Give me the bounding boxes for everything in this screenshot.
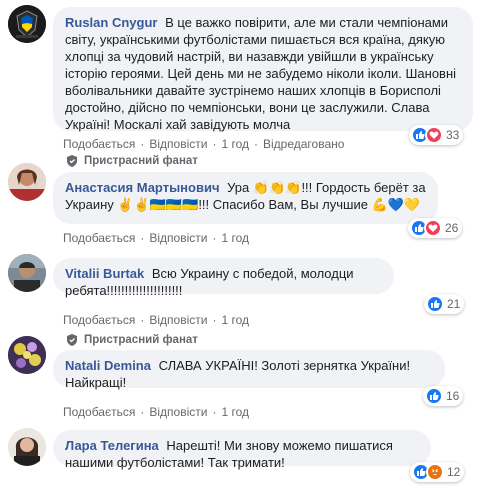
comment-text: !!! Спасибо Вам, Вы лучшие: [198, 197, 372, 212]
comment-text: В це важко повірити, але ми стали чемпіо…: [65, 15, 457, 132]
comment-bubble: Лара Телегина Нарешті! Ми знову можемо п…: [53, 430, 431, 470]
avatar[interactable]: [8, 428, 46, 466]
reply-button[interactable]: Відповісти: [149, 137, 207, 151]
separator: ·: [212, 405, 217, 419]
angry-icon: [426, 463, 444, 481]
reaction-summary[interactable]: 16: [423, 386, 464, 406]
like-button[interactable]: Подобається: [63, 313, 135, 327]
user-photo-icon: [8, 254, 46, 292]
reply-button[interactable]: Відповісти: [149, 231, 207, 245]
love-icon: [424, 219, 442, 237]
comment-text: Ура: [227, 180, 253, 195]
reaction-count: 21: [447, 297, 461, 311]
separator: ·: [212, 137, 217, 151]
separator: ·: [140, 313, 145, 327]
separator: ·: [254, 137, 258, 151]
victory-emoji: ✌️✌️: [117, 197, 150, 212]
user-photo-icon: [8, 163, 46, 201]
reaction-summary[interactable]: 33: [409, 125, 464, 145]
reaction-count: 16: [446, 389, 460, 403]
comment-author[interactable]: Vitalii Burtak: [65, 266, 144, 281]
flower-photo-icon: [8, 336, 46, 374]
user-photo-icon: [8, 428, 46, 466]
fan-badge-label: Пристрасний фанат: [84, 334, 198, 346]
comment-actions: Подобається · Відповісти · 1 год · Відре…: [63, 137, 344, 151]
reply-button[interactable]: Відповісти: [149, 313, 207, 327]
fan-badge: Пристрасний фанат: [65, 154, 198, 168]
fan-badge: Пристрасний фанат: [65, 333, 198, 347]
comment-actions: Подобається · Відповісти · 1 год: [63, 231, 249, 245]
reaction-summary[interactable]: 12: [410, 462, 465, 482]
like-icon: [426, 295, 444, 313]
like-button[interactable]: Подобається: [63, 405, 135, 419]
like-button[interactable]: Подобається: [63, 137, 135, 151]
avatar[interactable]: [8, 336, 46, 374]
comment-bubble: Анастасия Мартынович Ура 👏👏👏!!! Гордость…: [53, 172, 438, 224]
separator: ·: [212, 313, 217, 327]
timestamp[interactable]: 1 год: [221, 313, 249, 327]
edited-label[interactable]: Відредаговано: [263, 137, 344, 151]
comment-author[interactable]: Natali Demina: [65, 358, 151, 373]
avatar[interactable]: [8, 254, 46, 292]
clap-emoji: 👏👏👏: [252, 180, 302, 195]
comment-actions: Подобається · Відповісти · 1 год: [63, 313, 249, 327]
comment-bubble: Vitalii Burtak Всю Украину с победой, мо…: [53, 258, 394, 298]
avatar[interactable]: [8, 5, 46, 43]
reaction-count: 12: [447, 465, 461, 479]
love-icon: [425, 126, 443, 144]
timestamp[interactable]: 1 год: [221, 137, 249, 151]
comment-actions: Подобається · Відповісти · 1 год: [63, 405, 249, 419]
comment-author[interactable]: Ruslan Cnygur: [65, 15, 157, 30]
comment-author[interactable]: Анастасия Мартынович: [65, 180, 220, 195]
reaction-summary[interactable]: 21: [424, 294, 465, 314]
comment-bubble: Ruslan Cnygur В це важко повірити, але м…: [53, 7, 473, 132]
reaction-count: 26: [445, 221, 459, 235]
separator: ·: [212, 231, 217, 245]
like-icon: [425, 387, 443, 405]
timestamp[interactable]: 1 год: [221, 405, 249, 419]
like-button[interactable]: Подобається: [63, 231, 135, 245]
separator: ·: [140, 231, 145, 245]
separator: ·: [140, 137, 145, 151]
reaction-count: 33: [446, 128, 460, 142]
reply-button[interactable]: Відповісти: [149, 405, 207, 419]
avatar[interactable]: [8, 163, 46, 201]
heart-emoji: 💪💙💛: [371, 197, 421, 212]
comment-author[interactable]: Лара Телегина: [65, 438, 159, 453]
reaction-summary[interactable]: 26: [408, 218, 463, 238]
ukraine-flag-emoji: 🇺🇦🇺🇦🇺🇦: [149, 197, 199, 212]
badge-icon: [67, 334, 77, 346]
fan-badge-label: Пристрасний фанат: [84, 155, 198, 167]
separator: ·: [140, 405, 145, 419]
comment-bubble: Natali Demina СЛАВА УКРАЇНІ! Золоті зерн…: [53, 350, 445, 390]
badge-icon: [67, 155, 77, 167]
timestamp[interactable]: 1 год: [221, 231, 249, 245]
team-logo-icon: [8, 5, 46, 43]
